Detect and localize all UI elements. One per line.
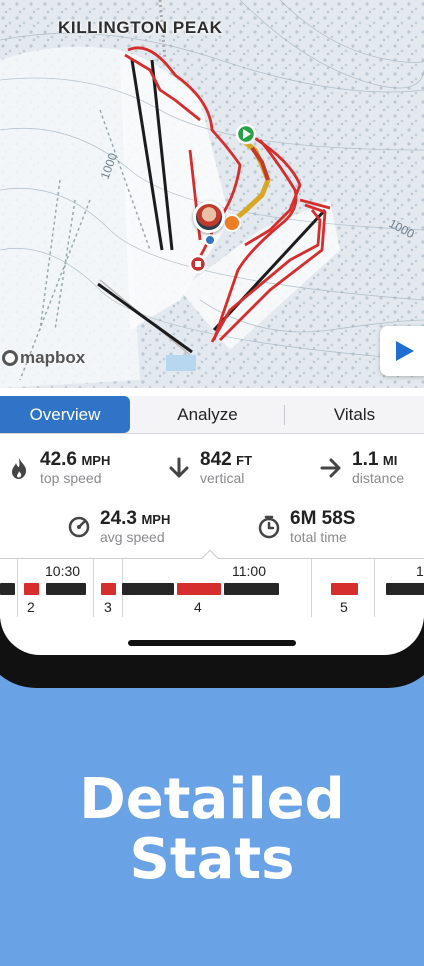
timeline-time-label: 10:30	[45, 563, 81, 579]
user-avatar[interactable]	[193, 201, 225, 233]
arrow-down-icon	[166, 455, 192, 481]
avg-speed-unit: MPH	[141, 512, 171, 527]
map-view[interactable]: 1000 1000 KILLINGTON PEAK mapbox	[0, 0, 424, 388]
run-segment[interactable]	[331, 583, 358, 595]
timeline-tick	[17, 559, 18, 617]
tab-vitals[interactable]: Vitals	[285, 396, 424, 433]
lift-segment[interactable]	[386, 583, 424, 595]
mapbox-attribution[interactable]: mapbox	[2, 348, 85, 368]
top-speed-value: 42.6	[40, 449, 77, 470]
home-indicator	[128, 640, 296, 646]
run-number: 4	[194, 599, 202, 615]
stat-distance: 1.1 MI distance	[318, 450, 404, 486]
avg-speed-value: 24.3	[100, 508, 137, 529]
avg-speed-label: avg speed	[100, 529, 165, 545]
peak-label: KILLINGTON PEAK	[58, 18, 223, 37]
run-number: 3	[104, 599, 112, 615]
run-number: 2	[27, 599, 35, 615]
promo-caption: Detailed Stats	[0, 770, 424, 890]
mapbox-label: mapbox	[20, 348, 86, 367]
distance-unit: MI	[382, 453, 398, 468]
stat-vertical: 842 FT vertical	[166, 450, 252, 486]
lift-segment[interactable]	[0, 583, 15, 595]
tab-analyze[interactable]: Analyze	[130, 396, 285, 433]
promo-line-2: Stats	[129, 827, 295, 892]
stat-avg-speed: 24.3 MPH avg speed	[66, 509, 170, 545]
lift-segment[interactable]	[224, 583, 279, 595]
map-canvas: 1000 1000	[0, 0, 424, 388]
vertical-unit: FT	[236, 453, 253, 468]
timeline-tick	[374, 559, 375, 617]
play-replay-button[interactable]	[380, 326, 424, 376]
phone-frame: 1000 1000 KILLINGTON PEAK mapbox Overvie…	[0, 0, 424, 688]
top-speed-label: top speed	[40, 470, 102, 486]
run-segment-selected[interactable]	[177, 583, 221, 595]
stat-top-speed: 42.6 MPH top speed	[6, 450, 110, 486]
timeline-tick	[93, 559, 94, 617]
flame-icon	[6, 455, 32, 481]
lift-segment[interactable]	[122, 583, 174, 595]
stat-total-time: 6M 58S total time	[256, 509, 355, 545]
app-screen: 1000 1000 KILLINGTON PEAK mapbox Overvie…	[0, 0, 424, 655]
tab-overview[interactable]: Overview	[0, 396, 130, 433]
vertical-label: vertical	[200, 470, 245, 486]
run-timeline[interactable]: 10:30 11:00 1 2 3 4 5	[0, 549, 424, 618]
stopwatch-icon	[256, 514, 282, 540]
promo-line-1: Detailed	[79, 767, 345, 832]
total-time-label: total time	[290, 529, 347, 545]
run-number: 5	[340, 599, 348, 615]
lift-segment[interactable]	[46, 583, 86, 595]
speedometer-icon	[66, 514, 92, 540]
run-segment[interactable]	[101, 583, 116, 595]
timeline-time-label: 11:00	[232, 563, 266, 579]
total-time-value: 6M 58S	[290, 508, 356, 529]
arrow-right-icon	[318, 455, 344, 481]
segmented-tabs: Overview Analyze Vitals	[0, 396, 424, 434]
timeline-time-label: 1	[416, 563, 424, 579]
timeline-tick	[311, 559, 312, 617]
distance-value: 1.1	[352, 449, 379, 470]
run-segment[interactable]	[24, 583, 39, 595]
top-speed-unit: MPH	[81, 453, 111, 468]
vertical-value: 842	[200, 449, 232, 470]
distance-label: distance	[352, 470, 405, 486]
mapbox-logo-icon	[2, 350, 18, 366]
timeline-pointer	[201, 549, 219, 567]
